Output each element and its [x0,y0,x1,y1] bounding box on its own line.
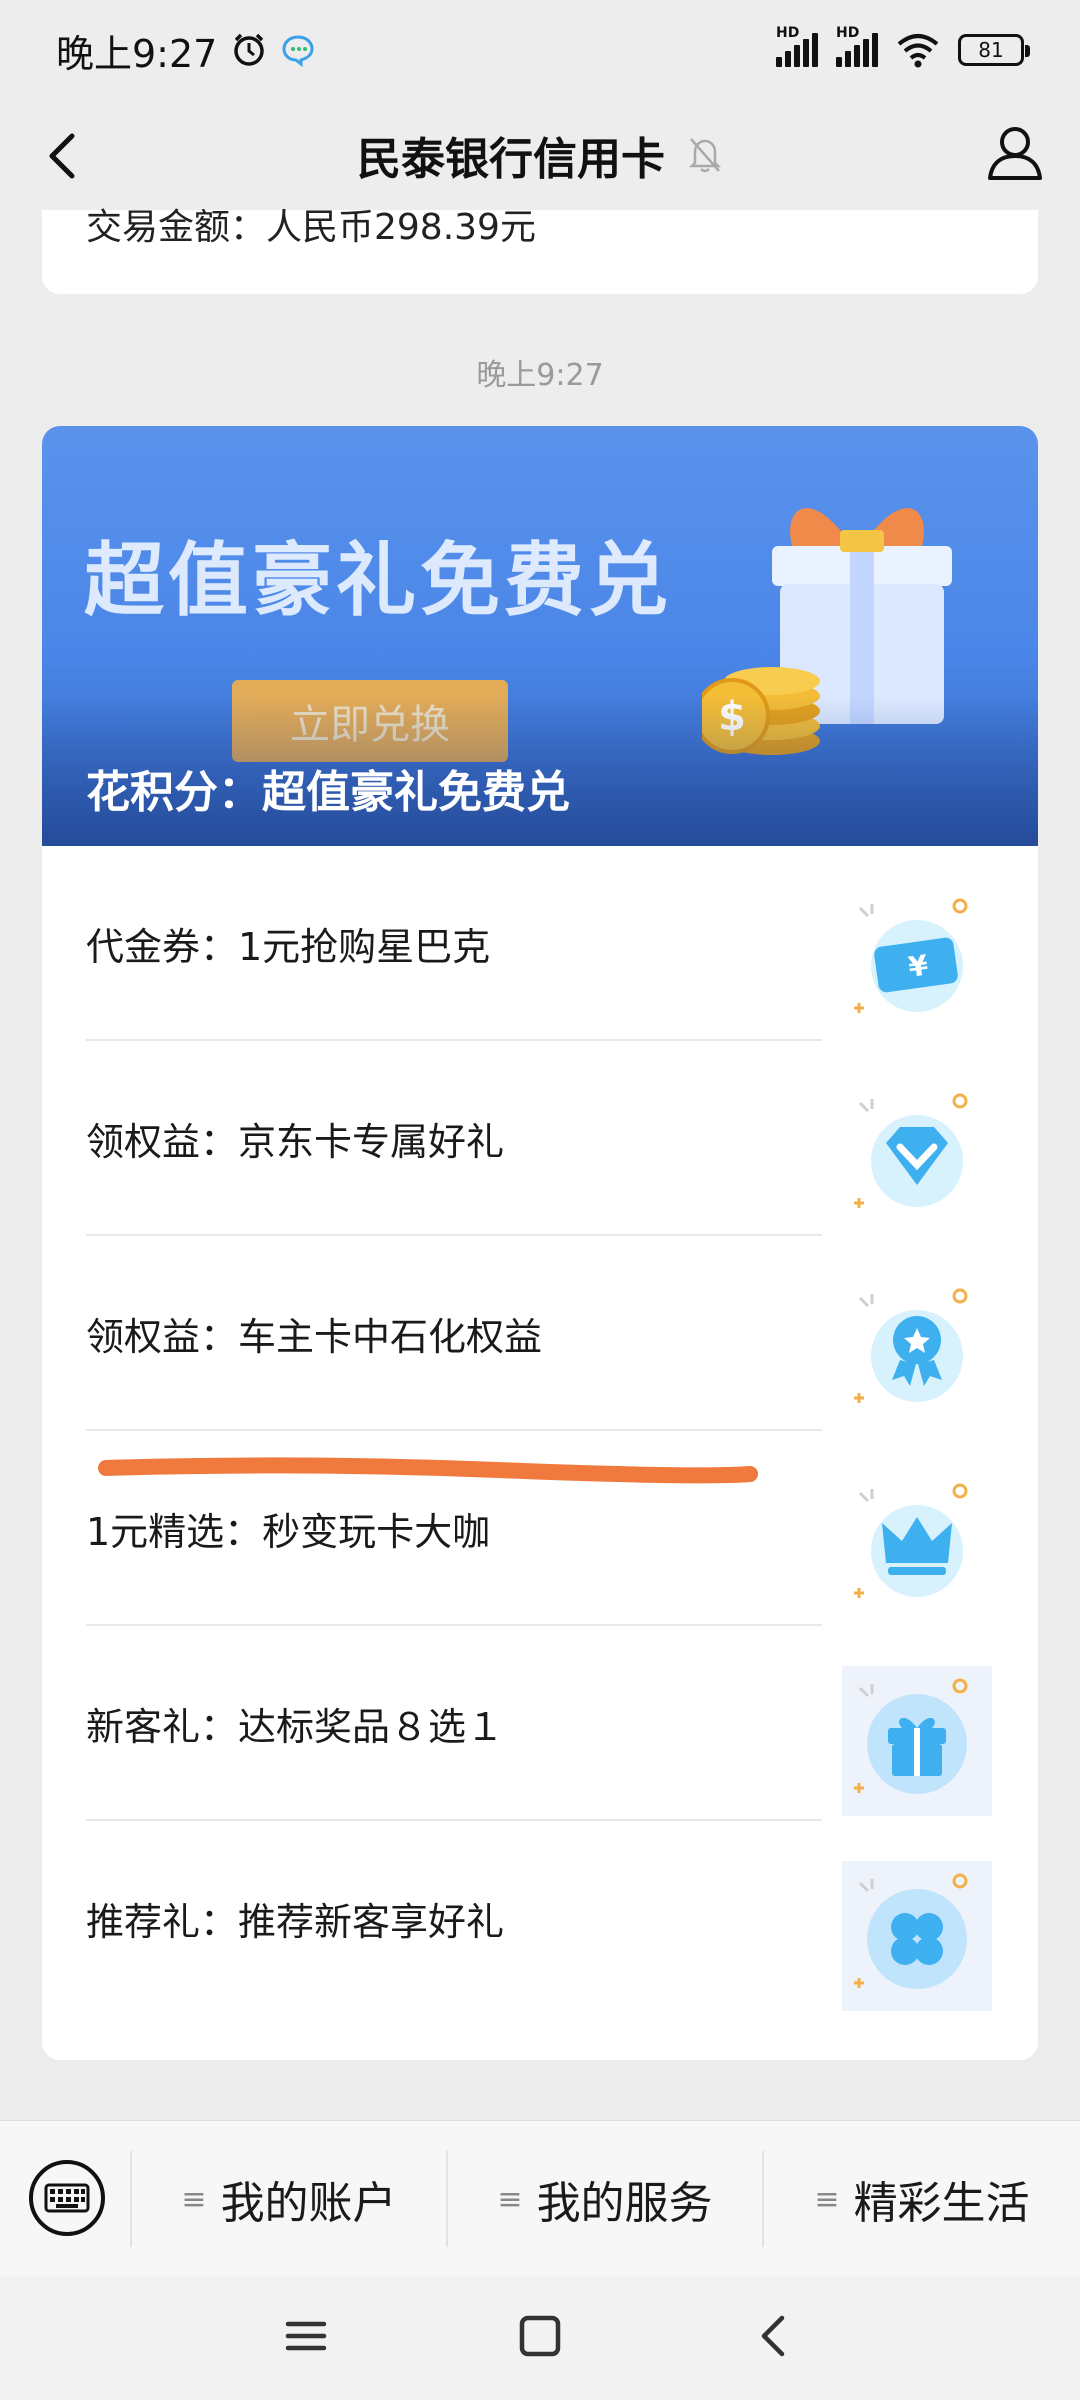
battery-icon: 81 [958,34,1030,66]
menu-item-label: 领权益：京东卡专属好礼 [86,1120,505,1164]
menu-item-starbucks-coupon[interactable]: 代金券：1元抢购星巴克 ¥ [42,846,1038,1041]
system-nav-bar [0,2276,1080,2400]
tab-wonderful-life[interactable]: ≡ 精彩生活 [764,2121,1080,2277]
menu-item-label: 领权益：车主卡中石化权益 [86,1315,543,1359]
recent-apps-icon[interactable] [276,2306,336,2366]
banner-caption: 花积分：超值豪礼免费兑 [86,767,570,818]
status-left: 晚上9:27 [56,23,315,78]
menu-item-new-customer-gift[interactable]: 新客礼：达标奖品８选１ [42,1626,1038,1821]
tab-label: 我的服务 [536,2178,713,2229]
diamond-icon [854,1093,968,1208]
title-bar: 民泰银行信用卡 [0,100,1080,210]
message-timestamp: 晚上9:27 [476,358,604,393]
alarm-icon [234,33,265,66]
previous-message-card: 交易金额：人民币298.39元 [42,210,1038,294]
banner-headline: 超值豪礼免费兑 [84,534,672,627]
list-icon: ≡ [497,2181,523,2217]
menu-item-label: 新客礼：达标奖品８选１ [86,1705,505,1749]
promo-banner[interactable]: 超值豪礼免费兑 立即兑换 $ 花积分：超值豪礼免费兑 [42,426,1038,846]
mute-bell-icon [688,138,722,173]
medal-icon [854,1288,968,1403]
transaction-amount-text: 交易金额：人民币298.39元 [86,207,536,248]
menu-item-label: 1元精选：秒变玩卡大咖 [86,1510,491,1554]
home-icon[interactable] [510,2306,570,2366]
orange-highlight-stroke [98,1457,758,1484]
status-time: 晚上9:27 [56,31,218,76]
status-right: HD HD 81 [776,25,1030,68]
menu-item-jd-card[interactable]: 领权益：京东卡专属好礼 [42,1041,1038,1236]
menu-item-sinopec-benefit[interactable]: 领权益：车主卡中石化权益 [42,1236,1038,1431]
menu-item-label: 代金券：1元抢购星巴克 [86,925,491,969]
signal-1-icon: HD [776,25,818,67]
promo-message-card: 超值豪礼免费兑 立即兑换 $ 花积分：超值豪礼免费兑 代金券：1元抢购星巴克 [42,426,1038,2060]
bottom-menu-bar: ≡ 我的账户 ≡ 我的服务 ≡ 精彩生活 [0,2120,1080,2276]
profile-icon[interactable] [980,118,1050,188]
list-icon: ≡ [814,2181,840,2217]
gift-icon [842,1666,992,1816]
status-bar: 晚上9:27 HD HD 81 [0,0,1080,100]
list-icon: ≡ [181,2181,207,2217]
promo-menu-list: 代金券：1元抢购星巴克 ¥ 领权益：京东卡专属好礼 领权益：车主卡中石化权益 1… [42,846,1038,2016]
chat-notification-icon [282,35,314,67]
tab-my-account[interactable]: ≡ 我的账户 [132,2121,446,2277]
coupon-icon: ¥ [854,898,968,1013]
keyboard-icon[interactable] [26,2157,108,2239]
wifi-icon [897,34,939,68]
tab-label: 我的账户 [220,2178,397,2229]
menu-item-label: 推荐礼：推荐新客享好礼 [86,1900,505,1944]
battery-level: 81 [978,38,1004,62]
crown-icon [854,1483,968,1598]
page-title: 民泰银行信用卡 [357,134,665,185]
tab-label: 精彩生活 [853,2178,1030,2229]
tab-my-services[interactable]: ≡ 我的服务 [448,2121,762,2277]
signal-2-icon: HD [836,25,878,67]
menu-item-referral-gift[interactable]: 推荐礼：推荐新客享好礼 [42,1821,1038,2016]
clover-icon [842,1861,992,2011]
back-nav-icon[interactable] [744,2306,804,2366]
back-icon[interactable] [34,126,94,186]
